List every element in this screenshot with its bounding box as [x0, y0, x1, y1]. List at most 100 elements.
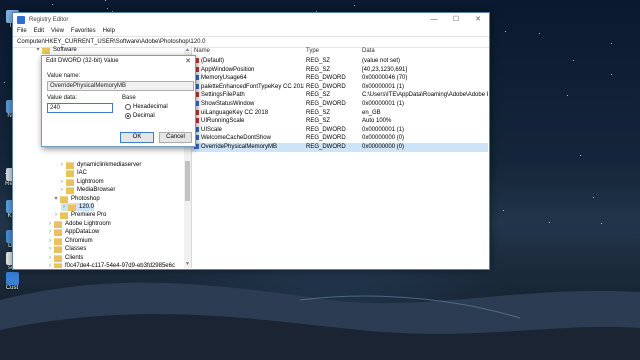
- tree-item[interactable]: › Premiere Pro: [53, 211, 106, 219]
- values-list: Name Type Data (Default) REG_SZ (value not…: [192, 46, 488, 268]
- value-data-input[interactable]: 240: [47, 103, 113, 113]
- tree-item[interactable]: › Clients: [47, 254, 83, 262]
- expand-chevron-icon[interactable]: ▾: [35, 46, 41, 54]
- radio-hexadecimal[interactable]: Hexadecimal: [125, 104, 168, 110]
- menu-favorites[interactable]: Favorites: [71, 28, 96, 34]
- value-name-text: uiLanguageKey CC 2018: [201, 109, 269, 116]
- expand-chevron-icon[interactable]: ›: [61, 203, 67, 211]
- dialog-title-bar[interactable]: Edit DWORD (32-bit) Value ✕: [42, 56, 195, 67]
- tree-item-label: Chromium: [65, 238, 93, 244]
- column-header-type[interactable]: Type: [306, 48, 319, 54]
- tree-item[interactable]: › f0c47de4-c117-54e4-97d9-eb3fd2985e6c: [47, 262, 175, 268]
- close-button[interactable]: ✕: [467, 13, 489, 26]
- folder-icon: [54, 262, 62, 268]
- value-name-field: OverridePhysicalMemoryMB: [47, 81, 194, 91]
- value-name-text: AppWindowPosition: [201, 66, 255, 73]
- title-bar[interactable]: Registry Editor — ☐ ✕: [13, 13, 489, 26]
- value-name-text: OverridePhysicalMemoryMB: [201, 144, 278, 150]
- value-name-text: MemoryUsage64: [201, 75, 247, 82]
- registry-app-icon: [17, 15, 25, 24]
- tree-item-label: dynamiclinkmediaserver: [77, 162, 142, 168]
- tree-item-label: Clients: [65, 255, 84, 261]
- value-name-text: WelcomeCacheDontShow: [201, 135, 271, 142]
- menu-bar: File Edit View Favorites Help: [13, 26, 489, 36]
- tree-item[interactable]: ▾ Photoshop: [53, 195, 100, 203]
- tree-item-label: IAC: [77, 170, 88, 176]
- scroll-down-arrow-icon[interactable]: ▼: [184, 261, 191, 267]
- folder-icon: [54, 220, 62, 228]
- tree-item[interactable]: › Classes: [47, 245, 86, 253]
- tree-item-label: Adobe Lightroom: [65, 221, 111, 227]
- value-name-text: paletteEnhancedFontTypeKey CC 2018: [201, 83, 304, 90]
- value-name-text: ShowStatusWindow: [201, 101, 255, 107]
- tree-item-label: Lightroom: [77, 179, 104, 185]
- tree-item[interactable]: IAC: [59, 169, 87, 177]
- folder-icon: [68, 203, 76, 211]
- expand-chevron-icon[interactable]: ▾: [53, 195, 59, 203]
- tree-item[interactable]: ▾ Software: [35, 46, 77, 54]
- menu-help[interactable]: Help: [103, 28, 115, 34]
- desktop-shortcut[interactable]: Cust: [1, 272, 23, 291]
- tree-item-label: 120.0: [79, 204, 95, 210]
- tree-item-label: AppDataLow: [65, 229, 100, 235]
- folder-icon: [54, 237, 62, 245]
- folder-icon: [54, 245, 62, 253]
- expand-chevron-icon[interactable]: ›: [59, 178, 65, 186]
- tree-item[interactable]: › Adobe Lightroom: [47, 220, 111, 228]
- menu-view[interactable]: View: [51, 28, 64, 34]
- radio-decimal-label: Decimal: [133, 113, 155, 119]
- expand-chevron-icon[interactable]: ›: [47, 228, 53, 236]
- radio-button-icon[interactable]: [125, 113, 131, 119]
- tree-item[interactable]: › AppDataLow: [47, 228, 99, 236]
- radio-hexadecimal-label: Hexadecimal: [133, 104, 168, 110]
- menu-edit[interactable]: Edit: [34, 28, 44, 34]
- value-type-cell: REG_DWORD: [306, 144, 346, 150]
- folder-icon: [54, 254, 62, 262]
- desktop-shortcut-icon: [5, 272, 19, 285]
- value-name-text: UIRunningScale: [201, 118, 245, 125]
- scroll-thumb[interactable]: [185, 161, 190, 201]
- folder-icon: [60, 195, 68, 203]
- minimize-button[interactable]: —: [423, 13, 445, 26]
- base-group-label: Base: [122, 95, 136, 101]
- expand-chevron-icon[interactable]: ›: [47, 220, 53, 228]
- folder-icon: [54, 228, 62, 236]
- tree-item-label: f0c47de4-c117-54e4-97d9-eb3fd2985e6c: [65, 263, 175, 268]
- cancel-button[interactable]: Cancel: [159, 132, 192, 143]
- tree-item-label: Photoshop: [71, 196, 100, 202]
- edit-dword-dialog: Edit DWORD (32-bit) Value ✕ Value name: …: [41, 55, 196, 147]
- folder-icon: [66, 169, 74, 177]
- tree-item[interactable]: › dynamiclinkmediaserver: [59, 161, 141, 169]
- tree-item[interactable]: › MediaBrowser: [59, 186, 115, 194]
- menu-file[interactable]: File: [17, 28, 27, 34]
- column-header-data[interactable]: Data: [362, 48, 375, 54]
- value-data-label: Value data:: [47, 95, 77, 101]
- desktop-shortcut-label: Cust: [5, 285, 19, 291]
- ok-button[interactable]: OK: [120, 132, 154, 143]
- expand-chevron-icon[interactable]: ›: [47, 262, 53, 268]
- tree-item[interactable]: › 120.0: [61, 203, 95, 211]
- tree-item[interactable]: › Chromium: [47, 237, 93, 245]
- value-row[interactable]: OverridePhysicalMemoryMB REG_DWORD 0x00000…: [192, 143, 488, 152]
- expand-chevron-icon[interactable]: ›: [47, 237, 53, 245]
- scroll-up-arrow-icon[interactable]: ▲: [184, 47, 191, 53]
- column-header-name[interactable]: Name: [194, 48, 210, 54]
- folder-icon: [42, 46, 50, 54]
- tree-item[interactable]: › Lightroom: [59, 178, 104, 186]
- maximize-button[interactable]: ☐: [445, 13, 467, 26]
- radio-button-icon[interactable]: [125, 104, 131, 110]
- expand-chevron-icon[interactable]: ›: [59, 186, 65, 194]
- radio-decimal[interactable]: Decimal: [125, 113, 155, 119]
- window-title: Registry Editor: [29, 16, 69, 23]
- expand-chevron-icon[interactable]: ›: [47, 245, 53, 253]
- dialog-close-icon[interactable]: ✕: [185, 56, 191, 67]
- value-name-text: SettingsFilePath: [201, 92, 245, 99]
- expand-chevron-icon[interactable]: ›: [47, 254, 53, 262]
- value-name-text: (Default): [201, 58, 225, 64]
- expand-chevron-icon[interactable]: ›: [59, 161, 65, 169]
- expand-chevron-icon[interactable]: ›: [53, 211, 59, 219]
- value-name-text: UIScale: [201, 126, 223, 133]
- tree-item-label: Software: [53, 47, 77, 53]
- tree-item-label: Premiere Pro: [71, 212, 107, 218]
- folder-icon: [66, 161, 74, 169]
